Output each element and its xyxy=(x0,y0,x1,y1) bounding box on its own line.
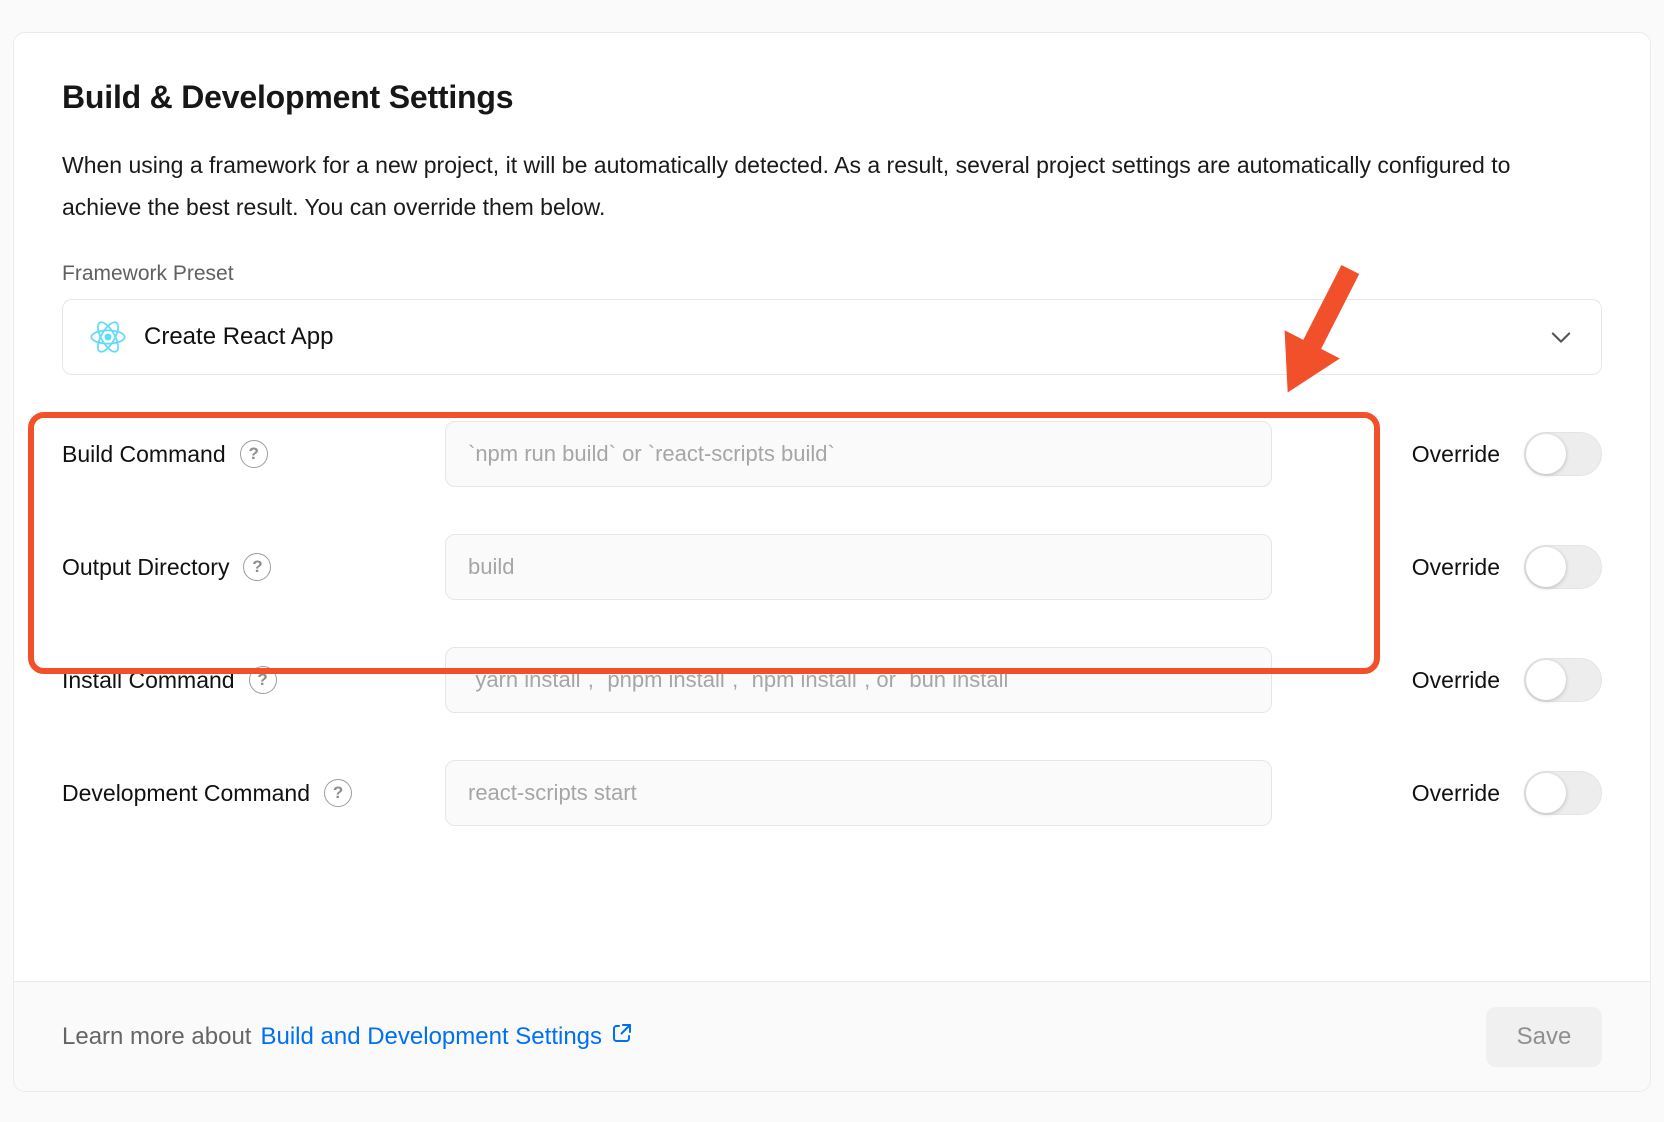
card-body: Build & Development Settings When using … xyxy=(14,33,1650,981)
settings-row-output-directory: Output Directory ? Override xyxy=(62,534,1602,600)
settings-row-install-command: Install Command ? Override xyxy=(62,647,1602,713)
override-label: Override xyxy=(1412,780,1500,807)
development-command-input[interactable] xyxy=(445,760,1272,826)
build-settings-docs-link[interactable]: Build and Development Settings xyxy=(260,1021,634,1052)
settings-row-development-command: Development Command ? Override xyxy=(62,760,1602,826)
development-command-label: Development Command xyxy=(62,780,310,807)
framework-preset-select[interactable]: Create React App xyxy=(62,299,1602,375)
help-icon[interactable]: ? xyxy=(324,779,352,807)
toggle-knob xyxy=(1526,660,1566,700)
build-command-label: Build Command xyxy=(62,441,226,468)
learn-more-link-label: Build and Development Settings xyxy=(260,1023,602,1051)
output-directory-override-toggle[interactable] xyxy=(1524,545,1602,589)
toggle-knob xyxy=(1526,547,1566,587)
output-directory-input[interactable] xyxy=(445,534,1272,600)
framework-preset-value: Create React App xyxy=(144,323,333,351)
toggle-knob xyxy=(1526,434,1566,474)
override-label: Override xyxy=(1412,667,1500,694)
build-settings-card: Build & Development Settings When using … xyxy=(13,32,1651,1092)
react-logo-icon xyxy=(89,318,127,356)
settings-rows: Build Command ? Override Output Director… xyxy=(62,421,1602,826)
save-button[interactable]: Save xyxy=(1486,1007,1602,1067)
framework-preset-label: Framework Preset xyxy=(62,262,1602,286)
external-link-icon xyxy=(610,1021,634,1052)
help-icon[interactable]: ? xyxy=(240,440,268,468)
install-command-label: Install Command xyxy=(62,667,235,694)
help-icon[interactable]: ? xyxy=(243,553,271,581)
development-command-override-toggle[interactable] xyxy=(1524,771,1602,815)
install-command-input[interactable] xyxy=(445,647,1272,713)
settings-row-build-command: Build Command ? Override xyxy=(62,421,1602,487)
override-label: Override xyxy=(1412,441,1500,468)
override-label: Override xyxy=(1412,554,1500,581)
page-title: Build & Development Settings xyxy=(62,79,1602,116)
build-command-override-toggle[interactable] xyxy=(1524,432,1602,476)
chevron-down-icon xyxy=(1547,323,1575,351)
learn-more-text: Learn more about Build and Development S… xyxy=(62,1021,634,1052)
card-footer: Learn more about Build and Development S… xyxy=(14,981,1650,1091)
panel-description: When using a framework for a new project… xyxy=(62,144,1552,228)
output-directory-label: Output Directory xyxy=(62,554,229,581)
help-icon[interactable]: ? xyxy=(249,666,277,694)
toggle-knob xyxy=(1526,773,1566,813)
build-command-input[interactable] xyxy=(445,421,1272,487)
install-command-override-toggle[interactable] xyxy=(1524,658,1602,702)
learn-more-prefix: Learn more about xyxy=(62,1023,251,1051)
